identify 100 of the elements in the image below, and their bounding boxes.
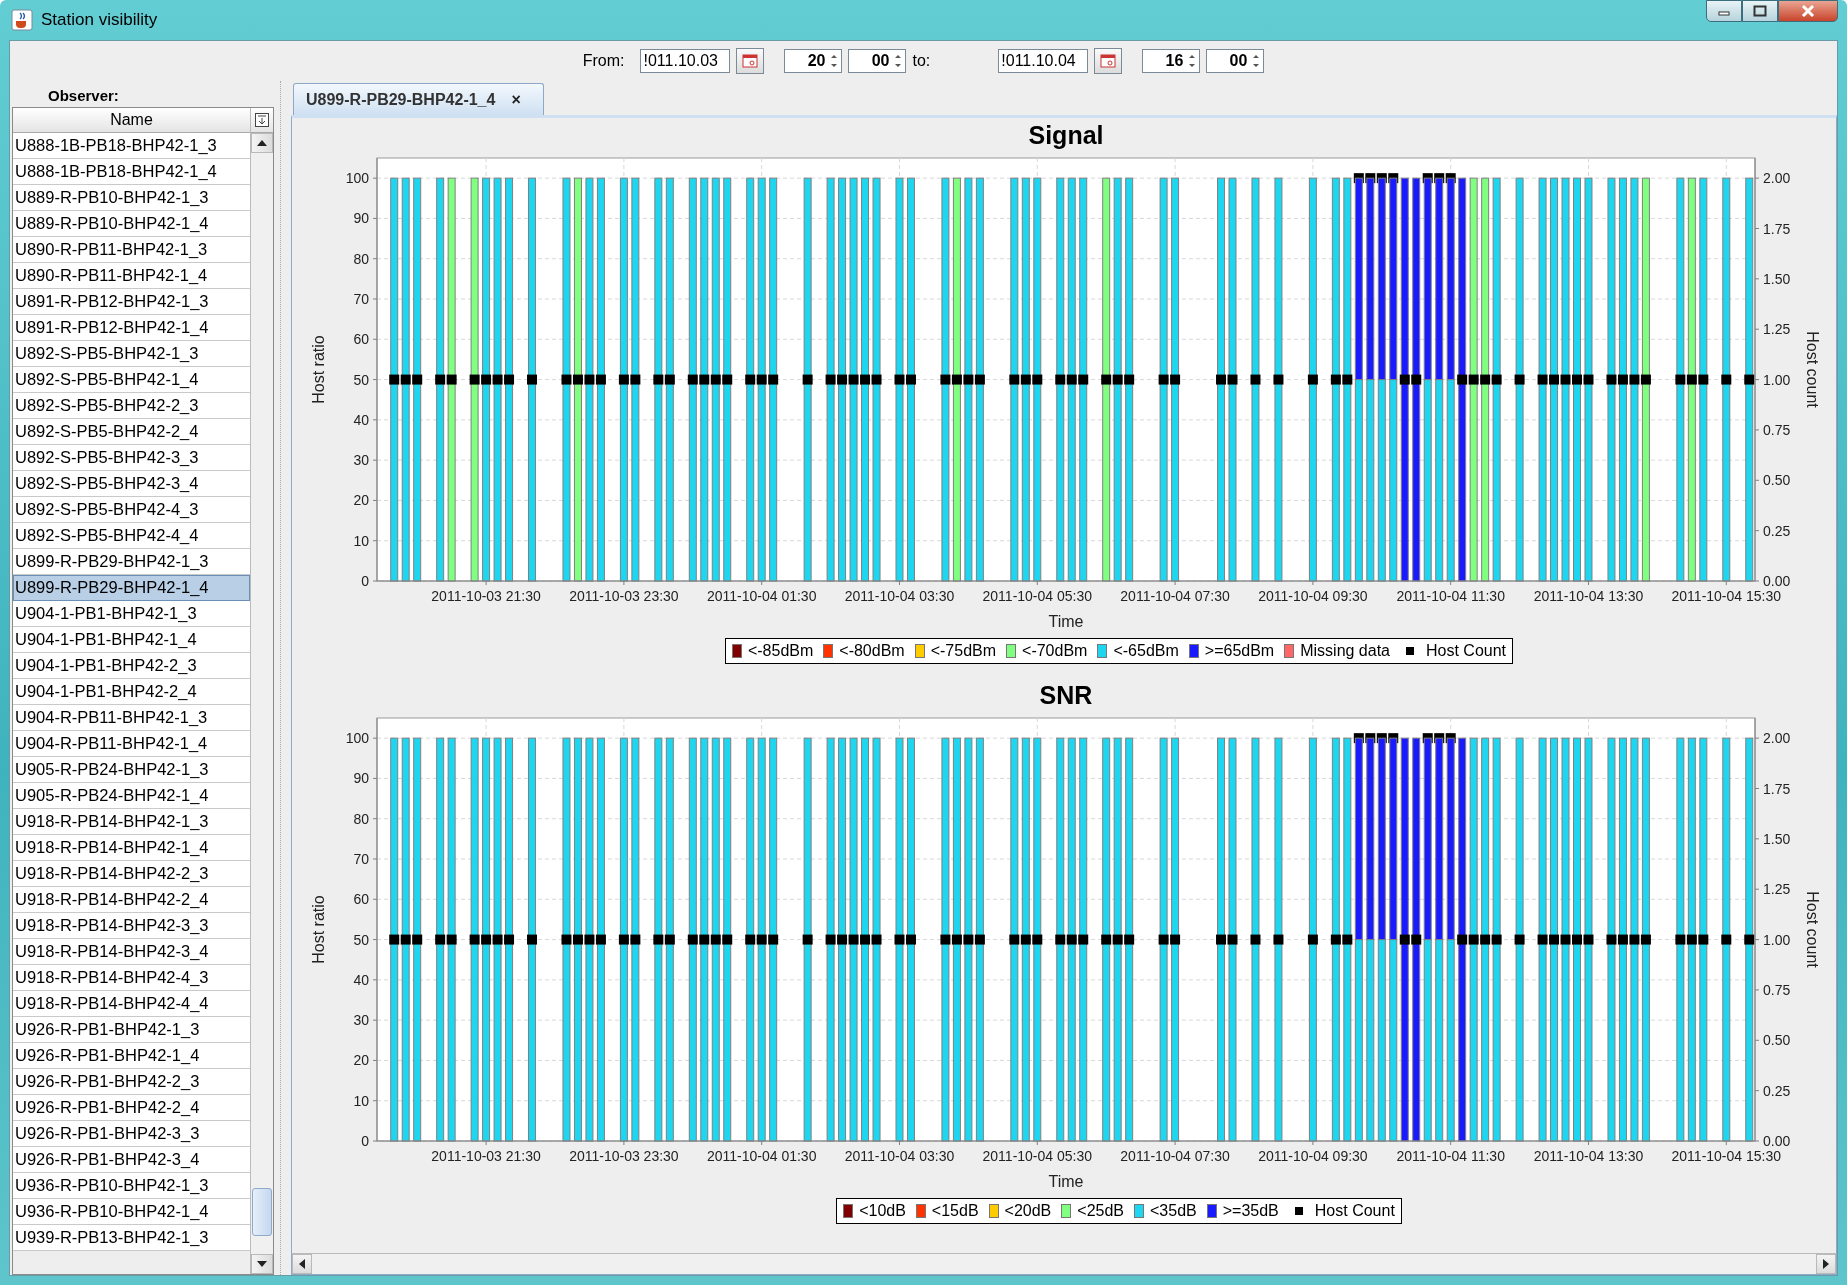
date-field[interactable]: !011.10.03 [640, 49, 731, 73]
observer-row[interactable]: U892-S-PB5-BHP42-3_3 [13, 445, 250, 471]
minute-spinner[interactable]: 00 [1206, 49, 1265, 73]
observer-row[interactable]: U892-S-PB5-BHP42-4_4 [13, 523, 250, 549]
tick-label: 60 [353, 331, 369, 348]
chart-title: Signal [1028, 121, 1104, 149]
observer-row[interactable]: U926-R-PB1-BHP42-2_4 [13, 1095, 250, 1121]
legend-label: Host Count [1314, 1202, 1395, 1220]
tick-label: 1.00 [1763, 371, 1791, 388]
observer-row[interactable]: U892-S-PB5-BHP42-4_3 [13, 497, 250, 523]
observer-row[interactable]: U918-R-PB14-BHP42-2_4 [13, 887, 250, 913]
tick-label: 40 [353, 971, 369, 988]
tick-label: 2.00 [1763, 170, 1791, 187]
legend-label: <-80dBm [839, 642, 905, 660]
observer-row[interactable]: U892-S-PB5-BHP42-1_4 [13, 367, 250, 393]
tick-label: 80 [353, 250, 369, 267]
tick-label: 2011-10-04 05:30 [982, 1148, 1093, 1164]
tick-label: 0.50 [1763, 472, 1791, 489]
observer-row[interactable]: U890-R-PB11-BHP42-1_4 [13, 263, 250, 289]
observer-row[interactable]: U904-1-PB1-BHP42-1_3 [13, 601, 250, 627]
observer-row[interactable]: U891-R-PB12-BHP42-1_4 [13, 315, 250, 341]
observer-row[interactable]: U926-R-PB1-BHP42-1_4 [13, 1043, 250, 1069]
observer-row[interactable]: U905-R-PB24-BHP42-1_4 [13, 783, 250, 809]
legend-label: <15dB [931, 1202, 979, 1220]
tick-label: 2011-10-04 01:30 [706, 588, 817, 604]
tick-label: 2.00 [1763, 730, 1791, 747]
observer-row[interactable]: U890-R-PB11-BHP42-1_3 [13, 237, 250, 263]
legend-label: <20dB [1004, 1202, 1052, 1220]
chart-title: SNR [1039, 681, 1093, 709]
legend-label: <-85dBm [747, 642, 814, 660]
hour-spinner[interactable]: 16 [1142, 49, 1201, 73]
tick-label: 70 [353, 851, 369, 867]
observer-row[interactable]: U904-R-PB11-BHP42-1_4 [13, 731, 250, 757]
tick-label: 1.50 [1763, 830, 1791, 847]
tick-label: 0.75 [1763, 981, 1791, 998]
legend-label: <25dB [1077, 1202, 1124, 1220]
observer-row[interactable]: U892-S-PB5-BHP42-1_3 [13, 341, 250, 367]
tick-label: 2011-10-03 23:30 [569, 588, 679, 604]
tick-label: 60 [353, 891, 369, 908]
axis-title: Time [1048, 1173, 1084, 1190]
observer-row[interactable]: U939-R-PB13-BHP42-1_3 [13, 1225, 250, 1251]
observer-row[interactable]: U899-R-PB29-BHP42-1_4 [13, 575, 250, 601]
tick-label: 0.00 [1763, 573, 1791, 589]
observer-label: Observer: [47, 86, 120, 106]
axis-title: Time [1048, 613, 1084, 630]
observer-row[interactable]: U918-R-PB14-BHP42-1_4 [13, 835, 250, 861]
observer-row[interactable]: U918-R-PB14-BHP42-4_4 [13, 991, 250, 1017]
tab[interactable]: U899-R-PB29-BHP42-1_4 × [293, 83, 544, 115]
observer-row[interactable]: U889-R-PB10-BHP42-1_3 [13, 185, 250, 211]
observer-row[interactable]: U889-R-PB10-BHP42-1_4 [13, 211, 250, 237]
tick-label: 2011-10-04 13:30 [1533, 1148, 1644, 1164]
tick-label: 2011-10-04 07:30 [1120, 1148, 1230, 1164]
observer-row[interactable]: U892-S-PB5-BHP42-2_4 [13, 419, 250, 445]
hour-spinner[interactable]: 20 [784, 49, 843, 73]
observer-row[interactable]: U891-R-PB12-BHP42-1_3 [13, 289, 250, 315]
date-field[interactable]: !011.10.04 [998, 49, 1089, 73]
tick-label: 0 [361, 1133, 369, 1149]
observer-row[interactable]: U918-R-PB14-BHP42-3_3 [13, 913, 250, 939]
to-label: to: [912, 52, 931, 70]
tab-close-button[interactable]: × [511, 90, 521, 109]
column-header[interactable]: Name [13, 108, 250, 133]
tick-label: 1.00 [1763, 931, 1791, 948]
tick-label: 0.00 [1763, 1133, 1791, 1149]
observer-row[interactable]: U918-R-PB14-BHP42-3_4 [13, 939, 250, 965]
tick-label: 20 [353, 1052, 369, 1069]
tick-label: 80 [353, 810, 369, 827]
observer-row[interactable]: U892-S-PB5-BHP42-3_4 [13, 471, 250, 497]
minute-spinner[interactable]: 00 [848, 49, 907, 73]
tick-label: 2011-10-04 11:30 [1396, 588, 1505, 604]
observer-row[interactable]: U918-R-PB14-BHP42-2_3 [13, 861, 250, 887]
observer-row[interactable]: U904-R-PB11-BHP42-1_3 [13, 705, 250, 731]
tick-label: 0.25 [1763, 522, 1791, 539]
observer-row[interactable]: U899-R-PB29-BHP42-1_3 [13, 549, 250, 575]
observer-row[interactable]: U926-R-PB1-BHP42-3_3 [13, 1121, 250, 1147]
tick-label: 100 [345, 170, 369, 187]
tick-label: 2011-10-04 09:30 [1258, 588, 1368, 604]
observer-row[interactable]: U926-R-PB1-BHP42-3_4 [13, 1147, 250, 1173]
tick-label: 30 [353, 452, 369, 469]
tick-label: 0.25 [1763, 1082, 1791, 1099]
observer-row[interactable]: U905-R-PB24-BHP42-1_3 [13, 757, 250, 783]
observer-row[interactable]: U904-1-PB1-BHP42-1_4 [13, 627, 250, 653]
legend-label: <-65dBm [1113, 642, 1179, 660]
observer-row[interactable]: U918-R-PB14-BHP42-4_3 [13, 965, 250, 991]
observer-row[interactable]: U892-S-PB5-BHP42-2_3 [13, 393, 250, 419]
legend-label: Missing data [1300, 642, 1390, 660]
legend-label: >=65dBm [1204, 642, 1275, 660]
observer-row[interactable]: U888-1B-PB18-BHP42-1_4 [13, 159, 250, 185]
observer-row[interactable]: U904-1-PB1-BHP42-2_4 [13, 679, 250, 705]
observer-row[interactable]: U888-1B-PB18-BHP42-1_3 [13, 133, 250, 159]
tick-label: 100 [345, 730, 369, 747]
observer-row[interactable]: U926-R-PB1-BHP42-1_3 [13, 1017, 250, 1043]
observer-row[interactable]: U936-R-PB10-BHP42-1_4 [13, 1199, 250, 1225]
observer-row[interactable]: U926-R-PB1-BHP42-2_3 [13, 1069, 250, 1095]
legend-label: <-70dBm [1022, 642, 1088, 660]
axis-title: Host ratio [310, 895, 327, 964]
observer-row[interactable]: U918-R-PB14-BHP42-1_3 [13, 809, 250, 835]
observer-row[interactable]: U904-1-PB1-BHP42-2_3 [13, 653, 250, 679]
legend-label: <-75dBm [930, 642, 997, 660]
observer-row[interactable]: U936-R-PB10-BHP42-1_3 [13, 1173, 250, 1199]
axis-title: Host count [1804, 331, 1821, 408]
